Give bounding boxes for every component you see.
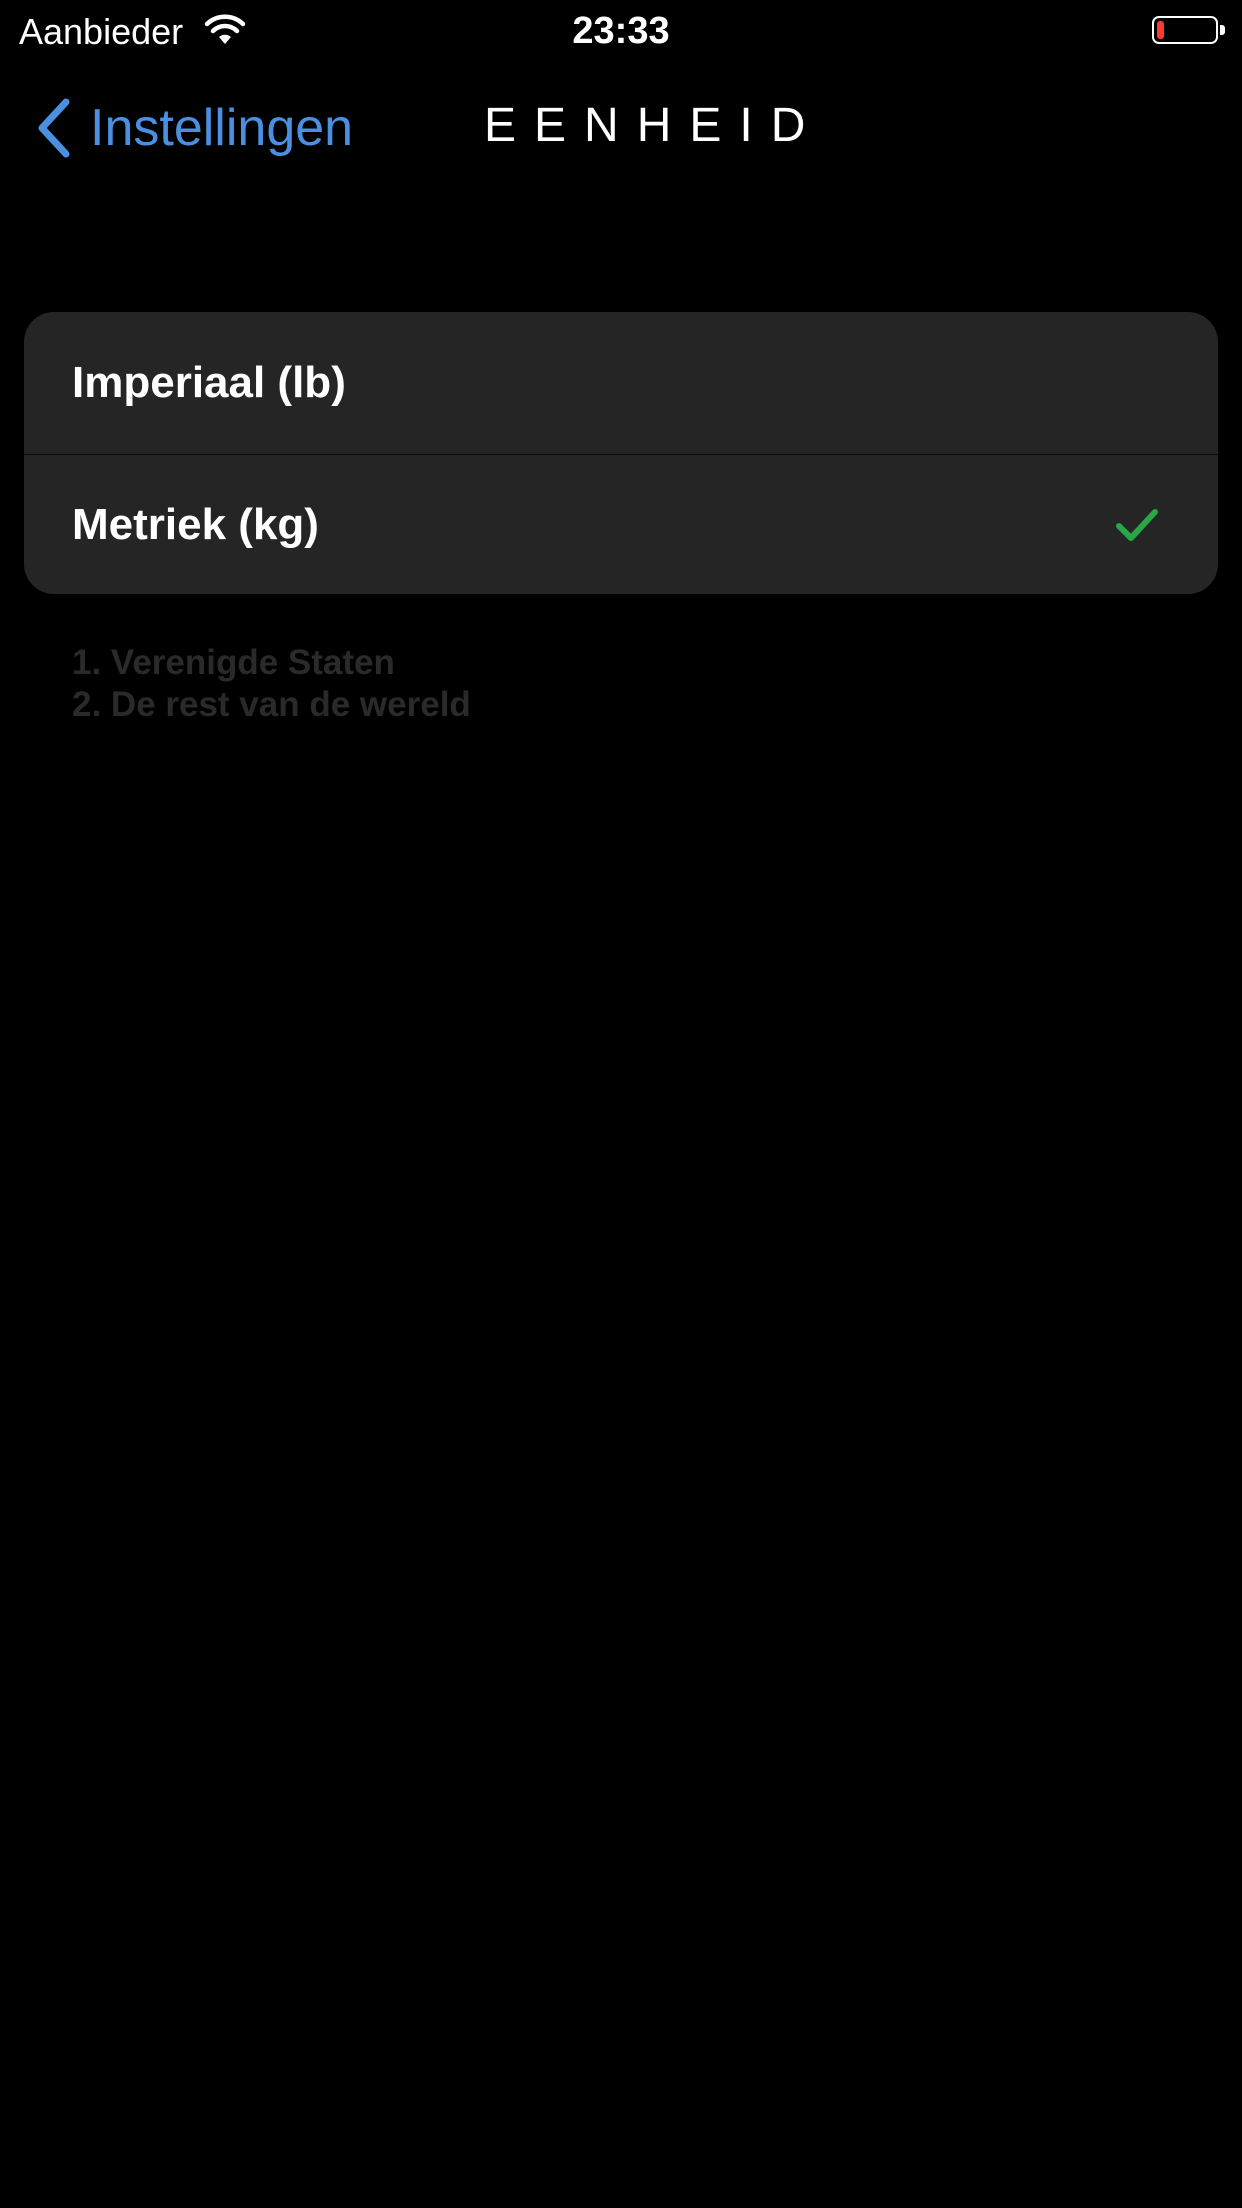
- status-bar: Aanbieder 23:33: [0, 0, 1242, 62]
- option-metric-label: Metriek (kg): [72, 499, 319, 549]
- option-imperial[interactable]: Imperiaal (lb): [24, 312, 1218, 454]
- footer-note: 1. Verenigde Staten 2. De rest van de we…: [72, 642, 1172, 726]
- footer-line-2: 2. De rest van de wereld: [72, 685, 471, 724]
- unit-options-list: Imperiaal (lb) Metriek (kg): [24, 312, 1218, 594]
- battery-icon: [1152, 16, 1218, 44]
- back-button[interactable]: Instellingen: [34, 92, 353, 164]
- footer-line-1: 1. Verenigde Staten: [72, 643, 395, 682]
- battery-level-fill: [1157, 21, 1164, 39]
- checkmark-icon: [1114, 506, 1160, 544]
- battery-tip: [1220, 25, 1225, 35]
- page-title: EENHEID: [484, 99, 824, 152]
- chevron-left-icon: [34, 96, 74, 160]
- option-metric[interactable]: Metriek (kg): [24, 455, 1218, 594]
- option-imperial-label: Imperiaal (lb): [72, 358, 346, 407]
- back-button-label: Instellingen: [90, 99, 354, 157]
- clock: 23:33: [572, 10, 670, 52]
